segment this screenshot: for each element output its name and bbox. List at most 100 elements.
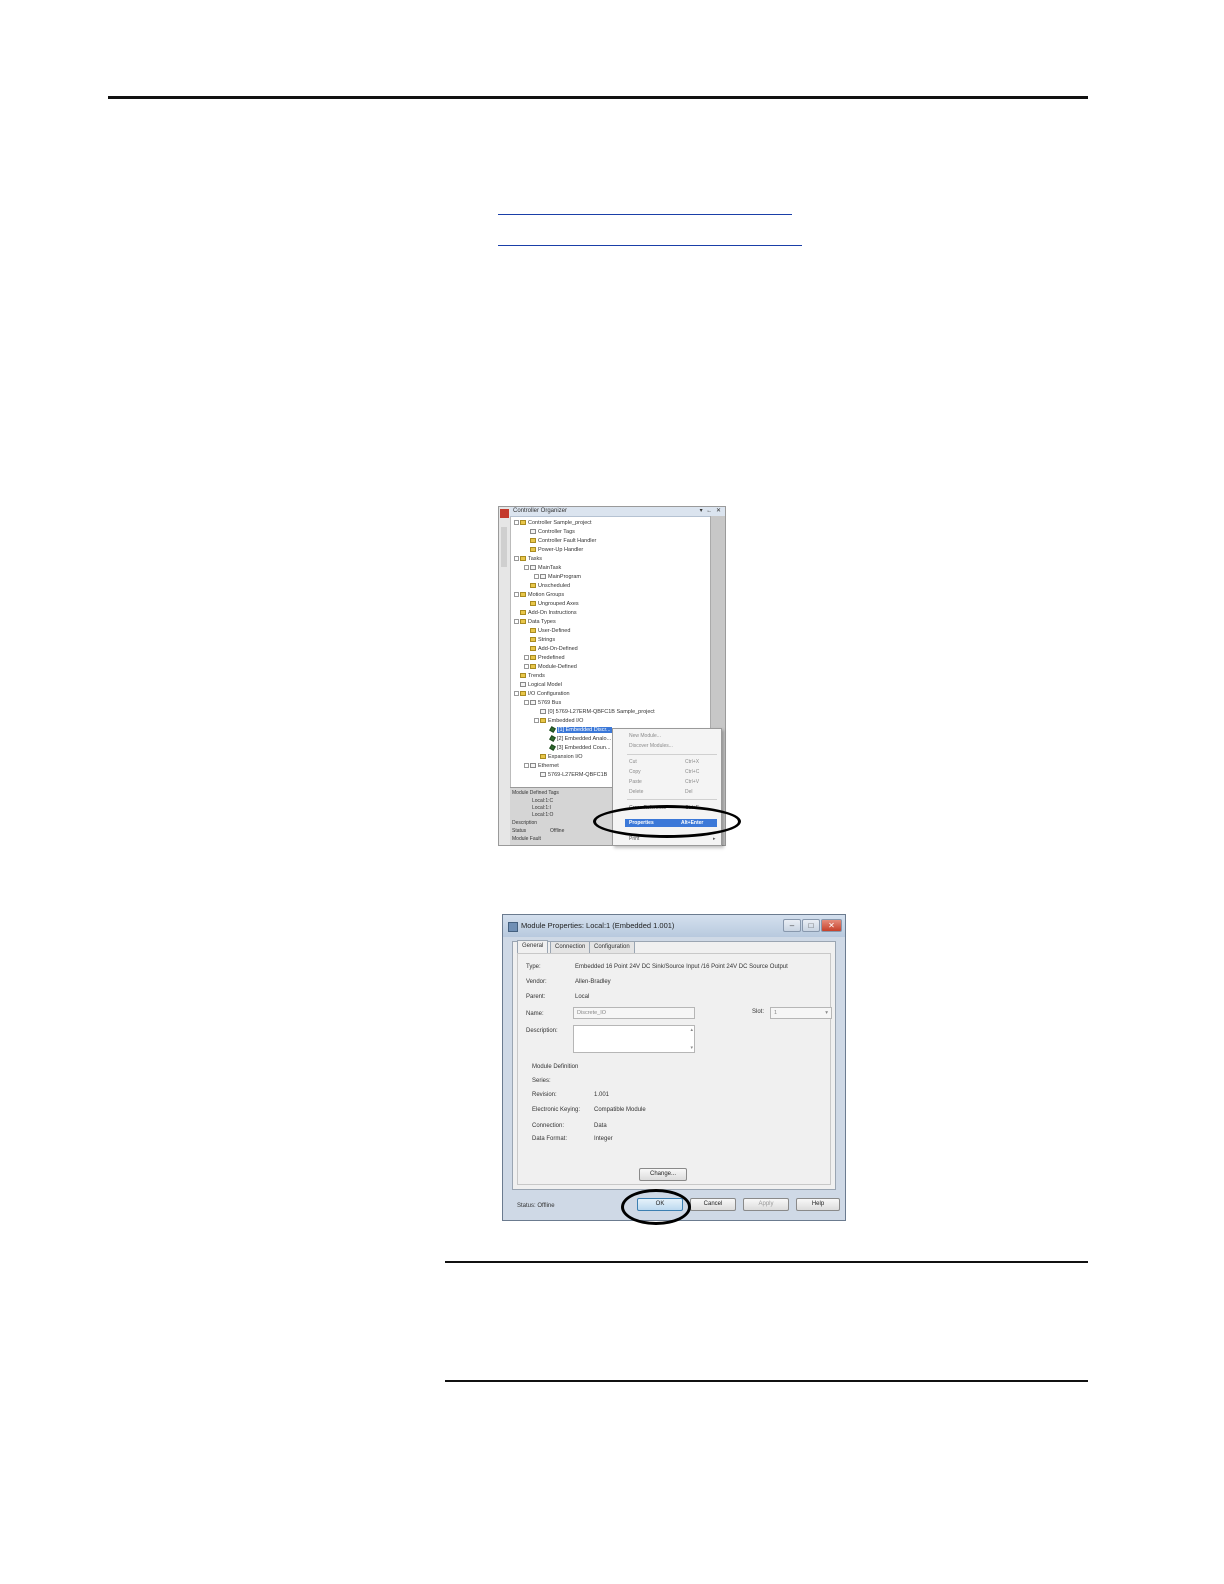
menu-item-delete[interactable]: Delete Del xyxy=(629,788,717,796)
name-label: Name: xyxy=(526,1011,544,1017)
folder-icon xyxy=(530,637,536,643)
tree-node[interactable]: Add-On Instructions xyxy=(520,609,577,617)
scroll-up-icon[interactable]: ▴ xyxy=(690,1027,693,1033)
slot-select[interactable]: 1 ▾ xyxy=(770,1007,832,1019)
module-properties-dialog: Module Properties: Local:1 (Embedded 1.0… xyxy=(502,914,846,1221)
tree-node[interactable]: Data Types xyxy=(514,618,556,626)
menu-item-discover-modules[interactable]: Discover Modules... xyxy=(629,742,717,750)
tree-node[interactable]: 5769 Bus xyxy=(524,699,561,707)
tree-node[interactable]: MainProgram xyxy=(534,573,581,581)
slot-label: Slot: xyxy=(752,1009,765,1015)
collapse-icon[interactable] xyxy=(514,592,519,598)
program-icon xyxy=(540,574,546,580)
tree-node[interactable]: Add-On-Defined xyxy=(530,645,578,653)
folder-icon xyxy=(520,691,526,697)
collapse-icon[interactable] xyxy=(514,691,519,697)
hyperlink-2[interactable] xyxy=(498,245,802,246)
dialog-title-bar: Module Properties: Local:1 (Embedded 1.0… xyxy=(503,915,845,937)
tree-node[interactable]: Power-Up Handler xyxy=(530,546,583,554)
tree-node[interactable]: Ungrouped Axes xyxy=(530,600,579,608)
apply-button[interactable]: Apply xyxy=(743,1198,789,1211)
menu-item-cut[interactable]: Cut Ctrl+X xyxy=(629,758,717,766)
vendor-value: Allen-Bradley xyxy=(575,979,611,985)
folder-icon xyxy=(520,673,526,679)
collapse-icon[interactable] xyxy=(524,700,529,706)
tree-node[interactable]: Ethernet xyxy=(524,762,559,770)
tree-node[interactable]: Controller Fault Handler xyxy=(530,537,596,545)
pin-close-icons[interactable]: ▾ ← ✕ xyxy=(700,507,722,516)
collapse-icon[interactable] xyxy=(514,520,519,526)
collapse-icon[interactable] xyxy=(534,718,539,724)
expand-icon[interactable] xyxy=(534,574,539,580)
tree-node[interactable]: I/O Configuration xyxy=(514,690,570,698)
tag-item[interactable]: Local:1:C xyxy=(532,798,553,804)
data-format-value: Integer xyxy=(594,1136,613,1142)
module-definition-header: Module Definition xyxy=(532,1064,579,1070)
hyperlink-1[interactable] xyxy=(498,214,792,215)
cancel-button[interactable]: Cancel xyxy=(690,1198,736,1211)
menu-item-new-module[interactable]: New Module... xyxy=(629,732,717,740)
tag-item[interactable]: Local:1:I xyxy=(532,805,551,811)
note-bottom-rule xyxy=(445,1380,1088,1382)
tree-node[interactable]: Strings xyxy=(530,636,555,644)
details-header: Module Defined Tags xyxy=(512,790,559,796)
highlight-oval-properties xyxy=(593,805,741,838)
close-button[interactable]: ✕ xyxy=(821,919,842,932)
series-label: Series: xyxy=(532,1078,551,1084)
folder-icon xyxy=(530,601,536,607)
tree-node-selected[interactable]: [1] Embedded Discr... xyxy=(549,726,612,734)
tree-node[interactable]: [0] 5769-L27ERM-QBFC1B Sample_project xyxy=(540,708,655,716)
side-tab[interactable] xyxy=(501,527,507,567)
tree-node[interactable]: Logical Model xyxy=(520,681,562,689)
maximize-button[interactable]: □ xyxy=(802,919,820,932)
name-field[interactable]: Discrete_IO xyxy=(573,1007,695,1019)
tab-configuration[interactable]: Configuration xyxy=(589,941,635,953)
app-icon xyxy=(500,509,509,518)
model-icon xyxy=(520,682,526,688)
menu-item-paste[interactable]: Paste Ctrl+V xyxy=(629,778,717,786)
scroll-down-icon[interactable]: ▾ xyxy=(690,1045,693,1051)
data-format-label: Data Format: xyxy=(532,1136,568,1142)
menu-separator xyxy=(627,799,717,800)
tree-node[interactable]: Predefined xyxy=(524,654,565,662)
connection-label: Connection: xyxy=(532,1123,565,1129)
expand-icon[interactable] xyxy=(524,655,529,661)
module-icon xyxy=(549,735,556,742)
expand-icon[interactable] xyxy=(524,664,529,670)
tree-node[interactable]: Controller Sample_project xyxy=(514,519,592,527)
menu-item-copy[interactable]: Copy Ctrl+C xyxy=(629,768,717,776)
organizer-title-bar: Controller Organizer ▾ ← ✕ xyxy=(510,507,725,517)
tree-node[interactable]: [3] Embedded Coun... xyxy=(549,744,611,752)
tree-node[interactable]: Tasks xyxy=(514,555,542,563)
status-value: Offline xyxy=(550,828,565,834)
tags-icon xyxy=(530,529,536,535)
network-icon xyxy=(530,763,536,769)
description-field[interactable]: ▴ ▾ xyxy=(573,1025,695,1053)
change-button[interactable]: Change... xyxy=(639,1168,687,1181)
tree-node[interactable]: MainTask xyxy=(524,564,561,572)
collapse-icon[interactable] xyxy=(524,763,529,769)
collapse-icon[interactable] xyxy=(514,619,519,625)
tree-node[interactable]: Module-Defined xyxy=(524,663,577,671)
window-icon xyxy=(508,922,518,932)
tree-node[interactable]: [2] Embedded Analo... xyxy=(549,735,611,743)
tree-node[interactable]: 5769-L27ERM-QBFC1B xyxy=(540,771,607,779)
tag-item[interactable]: Local:1:O xyxy=(532,812,553,818)
help-button[interactable]: Help xyxy=(796,1198,840,1211)
collapse-icon[interactable] xyxy=(524,565,529,571)
folder-icon xyxy=(530,664,536,670)
tree-node[interactable]: Expansion I/O xyxy=(540,753,583,761)
tab-connection[interactable]: Connection xyxy=(550,941,591,953)
tree-node[interactable]: Controller Tags xyxy=(530,528,575,536)
folder-icon xyxy=(530,538,536,544)
tree-node[interactable]: Trends xyxy=(520,672,545,680)
vendor-label: Vendor: xyxy=(526,979,547,985)
module-fault-label: Module Fault xyxy=(512,836,541,842)
tree-node[interactable]: Embedded I/O xyxy=(534,717,583,725)
tree-node[interactable]: Motion Groups xyxy=(514,591,564,599)
tree-node[interactable]: User-Defined xyxy=(530,627,570,635)
tree-node[interactable]: Unscheduled xyxy=(530,582,570,590)
tab-general[interactable]: General xyxy=(517,940,549,953)
minimize-button[interactable]: – xyxy=(783,919,801,932)
collapse-icon[interactable] xyxy=(514,556,519,562)
